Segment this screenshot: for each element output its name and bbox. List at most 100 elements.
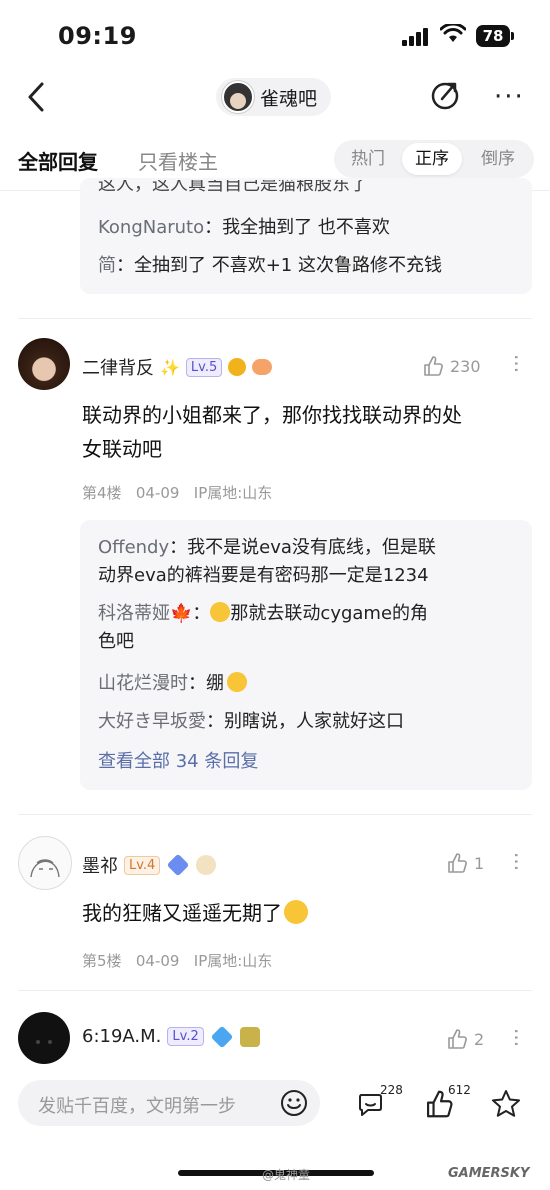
sub-reply[interactable]: 科洛蒂娅🍁： 那就去联动cygame的角 色吧	[98, 600, 518, 656]
sort-descending[interactable]: 倒序	[468, 140, 528, 178]
post-more-icon[interactable]: ···	[504, 1028, 528, 1047]
sub-reply-box: Offendy：我不是说eva没有底线，但是联 动界eva的裤裆要是有密码那一定…	[80, 520, 532, 790]
black-cat-avatar-icon	[36, 1040, 52, 1044]
like-post-button[interactable]: 612	[424, 1083, 478, 1123]
sub-reply-user[interactable]: 大好き早坂愛	[98, 711, 206, 732]
reply-input-placeholder: 发贴千百度，文明第一步	[38, 1096, 236, 1117]
post-separator	[18, 318, 532, 319]
post-more-icon[interactable]: ···	[504, 852, 528, 871]
view-all-replies-link[interactable]: 查看全部 34 条回复	[98, 748, 518, 776]
tab-all-replies[interactable]: 全部回复	[18, 146, 98, 175]
tab-owner-only[interactable]: 只看楼主	[138, 146, 218, 175]
sub-reply-box: 这人，这人真当自己是猫粮股东了 KongNaruto：我全抽到了 也不喜欢 简：…	[80, 178, 532, 294]
sub-reply[interactable]: 简：全抽到了 不喜欢+1 这次鲁路修不充钱	[98, 252, 518, 280]
like-count: 2	[474, 1029, 485, 1049]
thumbs-up-icon	[448, 853, 467, 873]
post-separator	[18, 814, 532, 815]
post-author-row: 6:19A.M. Lv.2	[82, 1025, 260, 1048]
sketch-avatar-icon	[30, 859, 60, 878]
sub-reply[interactable]: KongNaruto：我全抽到了 也不喜欢	[98, 214, 518, 242]
sub-reply-user[interactable]: 科洛蒂娅	[98, 603, 170, 624]
crying-emoji-icon	[284, 900, 308, 924]
sub-reply-text: 我全抽到了 也不喜欢	[222, 217, 390, 238]
like-count: 1	[474, 853, 485, 873]
post-more-icon[interactable]: ···	[504, 354, 528, 373]
post-content: 我的狂赌又遥遥无期了	[82, 896, 532, 930]
comment-button[interactable]: 228	[356, 1083, 410, 1123]
post-author-row: 墨祁 Lv.4	[82, 852, 217, 878]
medal-icon	[228, 358, 247, 376]
share-icon[interactable]	[430, 80, 460, 110]
sub-reply-text: 我不是说eva没有底线，但是联	[187, 537, 436, 558]
sub-reply-text: 别瞎说，人家就好这口	[224, 711, 404, 732]
forum-avatar	[222, 81, 254, 113]
post-location: IP属地:山东	[193, 484, 273, 502]
battery-indicator: 78	[476, 25, 510, 47]
emoji-icon[interactable]	[280, 1089, 308, 1117]
sub-reply-user[interactable]: 简	[98, 255, 116, 276]
floor-number: 第4楼	[82, 484, 122, 502]
level-badge: Lv.2	[167, 1027, 204, 1046]
lung-badge-icon	[252, 359, 273, 375]
username[interactable]: 6:19A.M.	[82, 1026, 161, 1047]
sub-reply-user[interactable]: Offendy	[98, 537, 169, 558]
star-icon[interactable]	[490, 1088, 522, 1120]
level-badge: Lv.4	[124, 855, 161, 875]
gamersky-watermark: GAMERSKY	[448, 1166, 530, 1181]
post-content-line: 女联动吧	[82, 437, 162, 461]
status-time: 09:19	[58, 22, 137, 50]
chevron-left-icon	[28, 82, 44, 112]
floor-number: 第5楼	[82, 952, 122, 970]
sort-hot[interactable]: 热门	[338, 140, 398, 178]
battery-tip	[511, 32, 514, 40]
sub-reply-text: 动界eva的裤裆要是有密码那一定是1234	[98, 565, 429, 586]
post-like-button[interactable]: 230	[422, 355, 481, 377]
post-content-line: 我的狂赌又遥遥无期了	[82, 901, 282, 925]
like-count: 612	[448, 1083, 471, 1097]
post-location: IP属地:山东	[193, 952, 273, 970]
post-date: 04-09	[135, 484, 180, 502]
post-meta: 第4楼 04-09 IP属地:山东	[82, 482, 272, 503]
post-separator	[18, 990, 532, 991]
sort-segmented-control: 热门 正序 倒序	[334, 140, 534, 178]
more-options-icon[interactable]: ···	[494, 82, 525, 112]
sub-reply[interactable]: 大好き早坂愛：别瞎说，人家就好这口	[98, 708, 518, 736]
weibo-watermark: @鬼神童	[262, 1168, 311, 1182]
like-count: 230	[450, 356, 481, 376]
wifi-icon	[440, 24, 466, 42]
diamond-badge-icon	[210, 1025, 234, 1048]
forum-name-pill[interactable]: 雀魂吧	[216, 78, 332, 116]
diamond-badge-icon	[167, 853, 190, 877]
maple-leaf-icon: 🍁	[170, 603, 193, 624]
username[interactable]: 二律背反	[82, 354, 154, 380]
sub-reply[interactable]: 山花烂漫时：绷	[98, 670, 518, 698]
post-like-button[interactable]: 2	[446, 1028, 484, 1050]
sub-reply-user[interactable]: KongNaruto	[98, 217, 204, 238]
sub-reply[interactable]: Offendy：我不是说eva没有底线，但是联 动界eva的裤裆要是有密码那一定…	[98, 534, 518, 590]
post-author-row: 二律背反 ✨ Lv.5	[82, 354, 273, 380]
post-date: 04-09	[135, 952, 180, 970]
user-avatar[interactable]	[18, 836, 72, 890]
post-like-button[interactable]: 1	[446, 852, 484, 874]
user-avatar[interactable]	[18, 338, 70, 390]
comment-count: 228	[380, 1083, 403, 1097]
thumbs-up-icon	[424, 356, 443, 376]
surprised-emoji-icon	[227, 672, 247, 692]
smile-emoji-icon	[210, 602, 231, 622]
sub-reply-user[interactable]: 山花烂漫时	[98, 673, 188, 694]
sub-reply-partial: 这人，这人真当自己是猫粮股东了	[98, 180, 368, 195]
signal-icon	[402, 26, 432, 46]
post-content: 联动界的小姐都来了，那你找找联动界的处 女联动吧	[82, 398, 532, 466]
username[interactable]: 墨祁	[82, 852, 118, 878]
level-badge: Lv.5	[185, 357, 223, 377]
sticker-icon	[196, 855, 217, 875]
user-avatar[interactable]	[18, 1012, 70, 1064]
back-button[interactable]	[26, 82, 46, 120]
sub-reply-text: 色吧	[98, 631, 134, 652]
sparkle-icon: ✨	[160, 357, 180, 377]
post-meta: 第5楼 04-09 IP属地:山东	[82, 950, 272, 971]
sub-reply-text: 全抽到了 不喜欢+1 这次鲁路修不充钱	[134, 255, 442, 276]
sub-reply-text: 绷	[206, 673, 224, 694]
sort-ascending[interactable]: 正序	[402, 143, 462, 175]
post-content-line: 联动界的小姐都来了，那你找找联动界的处	[82, 403, 462, 427]
